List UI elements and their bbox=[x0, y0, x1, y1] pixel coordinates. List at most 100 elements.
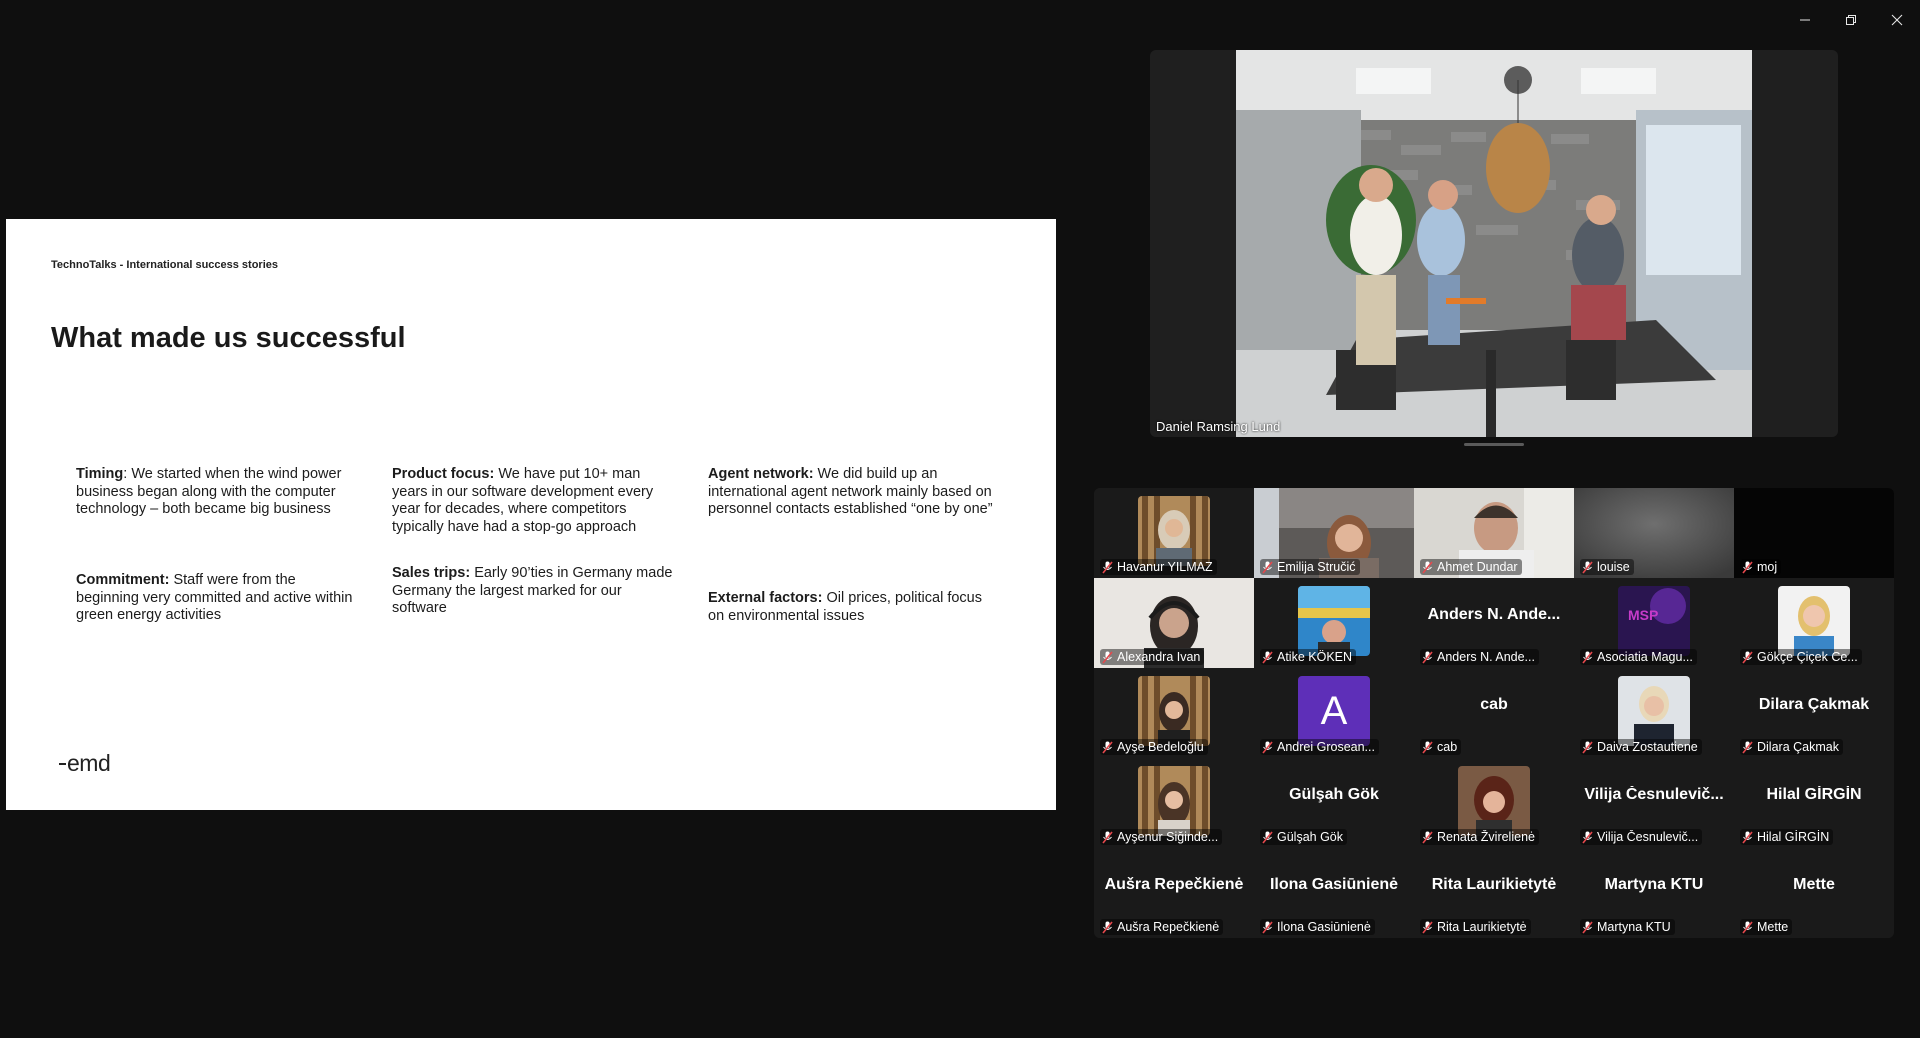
mic-muted-icon bbox=[1102, 560, 1113, 574]
participant-name-tag: Ahmet Dundar bbox=[1420, 559, 1522, 575]
minimize-icon[interactable] bbox=[1782, 0, 1828, 40]
participant-name-tag: Andrei Grosean... bbox=[1260, 739, 1379, 755]
active-speaker-tile[interactable]: Daniel Ramsing Lund bbox=[1150, 50, 1838, 437]
participant-name-tag: Aušra Repečkienė bbox=[1100, 919, 1224, 935]
participant-tile[interactable]: Ahmet Dundar bbox=[1414, 488, 1574, 578]
mic-muted-icon bbox=[1582, 920, 1593, 934]
participant-tile[interactable]: Hilal GİRGİN Hilal GİRGİN bbox=[1734, 758, 1894, 848]
participant-tile[interactable]: MSP Asociatia Magu... bbox=[1574, 578, 1734, 668]
participant-display-name: Hilal GİRGİN bbox=[1766, 786, 1862, 803]
resize-handle[interactable] bbox=[1464, 443, 1524, 446]
participant-video bbox=[1298, 586, 1370, 656]
mic-muted-icon bbox=[1422, 650, 1433, 664]
participant-name-tag: Havanur YILMAZ bbox=[1100, 559, 1217, 575]
participant-display-name: Dilara Çakmak bbox=[1758, 696, 1870, 713]
participant-tile[interactable]: A Andrei Grosean... bbox=[1254, 668, 1414, 758]
participant-video bbox=[1778, 586, 1850, 656]
participant-tile[interactable]: Rita Laurikietytė Rita Laurikietytė bbox=[1414, 848, 1574, 938]
participant-tile[interactable]: Dilara Çakmak Dilara Çakmak bbox=[1734, 668, 1894, 758]
participant-name-tag: Daiva Zostautiene bbox=[1580, 739, 1702, 755]
participant-name-tag: Gökçe Çiçek Ce... bbox=[1740, 649, 1862, 665]
mic-muted-icon bbox=[1582, 740, 1593, 754]
participant-display-name: Anders N. Ande... bbox=[1427, 606, 1561, 623]
participant-name-tag: Rita Laurikietytė bbox=[1420, 919, 1531, 935]
participant-video bbox=[1138, 676, 1210, 746]
participant-tile[interactable]: moj bbox=[1734, 488, 1894, 578]
participant-tile[interactable]: Alexandra Ivan bbox=[1094, 578, 1254, 668]
restore-icon[interactable] bbox=[1828, 0, 1874, 40]
participant-display-name: Rita Laurikietytė bbox=[1431, 876, 1557, 893]
participant-video: MSP bbox=[1618, 586, 1690, 656]
close-icon[interactable] bbox=[1874, 0, 1920, 40]
participant-tile[interactable]: Mette Mette bbox=[1734, 848, 1894, 938]
slide-block-product-focus: Product focus: We have put 10+ man years… bbox=[392, 466, 654, 535]
mic-muted-icon bbox=[1422, 830, 1433, 844]
participant-display-name: Ilona Gasiūnienė bbox=[1269, 876, 1399, 893]
mic-muted-icon bbox=[1102, 650, 1113, 664]
participant-name-tag: Martyna KTU bbox=[1580, 919, 1675, 935]
mic-muted-icon bbox=[1422, 740, 1433, 754]
participant-tile[interactable]: Gökçe Çiçek Ce... bbox=[1734, 578, 1894, 668]
participant-tile[interactable]: Anders N. Ande... Anders N. Ande... bbox=[1414, 578, 1574, 668]
participant-video bbox=[1138, 496, 1210, 566]
mic-muted-icon bbox=[1262, 830, 1273, 844]
participant-name-tag: Gülşah Gök bbox=[1260, 829, 1348, 845]
participant-tile[interactable]: Gülşah Gök Gülşah Gök bbox=[1254, 758, 1414, 848]
participant-tile[interactable]: Havanur YILMAZ bbox=[1094, 488, 1254, 578]
mic-muted-icon bbox=[1742, 830, 1753, 844]
participant-name-tag: Vilija Česnulevič... bbox=[1580, 829, 1703, 845]
participant-tile[interactable]: Aušra Repečkienė Aušra Repečkienė bbox=[1094, 848, 1254, 938]
participant-tile[interactable]: louise bbox=[1574, 488, 1734, 578]
slide-block-commitment: Commitment: Staff were from the beginnin… bbox=[76, 572, 353, 623]
participant-display-name: cab bbox=[1480, 696, 1508, 713]
participant-name-tag: Dilara Çakmak bbox=[1740, 739, 1843, 755]
mic-muted-icon bbox=[1262, 650, 1273, 664]
mic-muted-icon bbox=[1582, 830, 1593, 844]
svg-text:MSP: MSP bbox=[1628, 607, 1658, 623]
meeting-window: TechnoTalks - International success stor… bbox=[0, 0, 1920, 1038]
participant-tile[interactable]: Atike KÖKEN bbox=[1254, 578, 1414, 668]
mic-muted-icon bbox=[1262, 740, 1273, 754]
mic-muted-icon bbox=[1262, 560, 1273, 574]
participant-tile[interactable]: Renata Žvirelienė bbox=[1414, 758, 1574, 848]
participant-display-name: Martyna KTU bbox=[1604, 876, 1704, 893]
participant-name-tag: Ayşenur Siğinde... bbox=[1100, 829, 1223, 845]
participant-display-name: Gülşah Gök bbox=[1289, 786, 1379, 803]
mic-muted-icon bbox=[1582, 650, 1593, 664]
slide-title: What made us successful bbox=[51, 322, 406, 354]
participant-tile[interactable]: Ayşenur Siğinde... bbox=[1094, 758, 1254, 848]
participant-tile[interactable]: Vilija Česnulevič... Vilija Česnulevič..… bbox=[1574, 758, 1734, 848]
participant-video bbox=[1458, 766, 1530, 836]
participant-tile[interactable]: Daiva Zostautiene bbox=[1574, 668, 1734, 758]
participant-video bbox=[1138, 766, 1210, 836]
participant-name-tag: Ilona Gasiūnienė bbox=[1260, 919, 1375, 935]
participant-video bbox=[1618, 676, 1690, 746]
slide-block-agent-network: Agent network: We did build up an intern… bbox=[708, 466, 993, 517]
participant-display-name: Vilija Česnulevič... bbox=[1584, 786, 1724, 803]
letter-avatar: A bbox=[1298, 676, 1370, 746]
participant-tile[interactable]: Ilona Gasiūnienė Ilona Gasiūnienė bbox=[1254, 848, 1414, 938]
mic-muted-icon bbox=[1582, 560, 1593, 574]
mic-muted-icon bbox=[1262, 920, 1273, 934]
participant-display-name: Mette bbox=[1793, 876, 1835, 893]
participant-name-tag: Alexandra Ivan bbox=[1100, 649, 1205, 665]
participant-name-tag: cab bbox=[1420, 739, 1462, 755]
window-controls bbox=[1782, 0, 1920, 40]
participant-tile[interactable]: Emilija Stručić bbox=[1254, 488, 1414, 578]
mic-muted-icon bbox=[1742, 650, 1753, 664]
participant-name-tag: moj bbox=[1740, 559, 1782, 575]
slide-block-external-factors: External factors: Oil prices, political … bbox=[708, 590, 982, 624]
participant-tile[interactable]: Ayşe Bedeloğlu bbox=[1094, 668, 1254, 758]
emd-logo: emd bbox=[59, 750, 111, 777]
participant-tile[interactable]: cab cab bbox=[1414, 668, 1574, 758]
participant-tile[interactable]: Martyna KTU Martyna KTU bbox=[1574, 848, 1734, 938]
mic-muted-icon bbox=[1102, 830, 1113, 844]
mic-muted-icon bbox=[1742, 560, 1753, 574]
participant-name-tag: Mette bbox=[1740, 919, 1793, 935]
slide-block-sales-trips: Sales trips: Early 90’ties in Germany ma… bbox=[392, 565, 673, 616]
slide-kicker: TechnoTalks - International success stor… bbox=[51, 259, 278, 271]
participant-name-tag: Renata Žvirelienė bbox=[1420, 829, 1539, 845]
mic-muted-icon bbox=[1422, 560, 1433, 574]
slide-block-timing: Timing: We started when the wind power b… bbox=[76, 466, 342, 517]
participant-name-tag: Emilija Stručić bbox=[1260, 559, 1360, 575]
